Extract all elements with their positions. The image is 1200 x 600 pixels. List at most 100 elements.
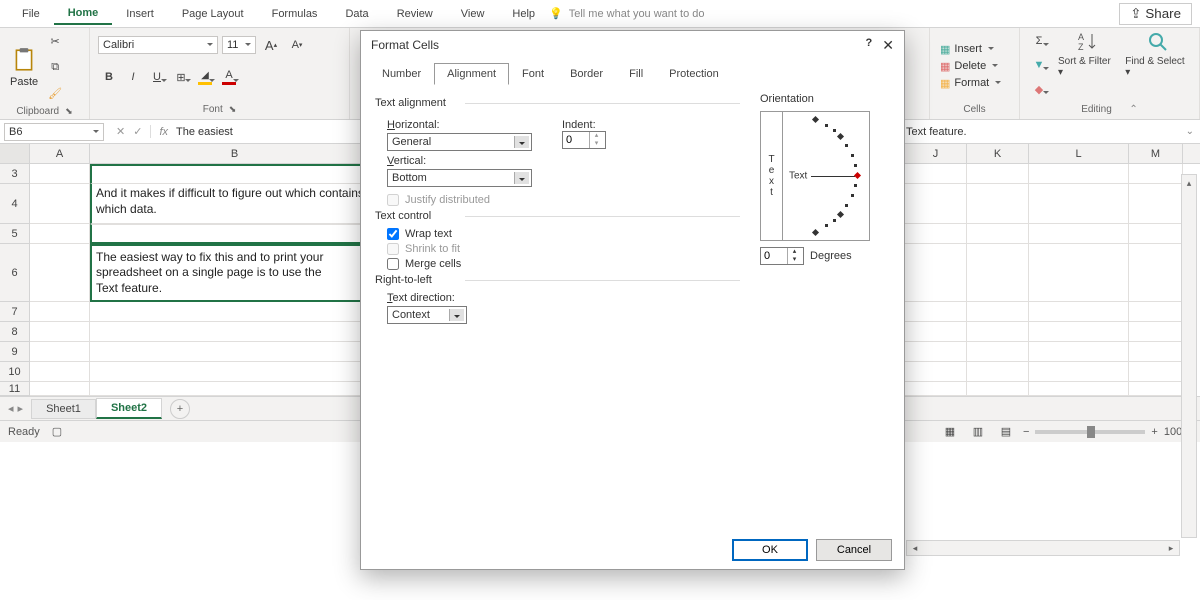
- close-icon[interactable]: ✕: [882, 37, 894, 54]
- help-icon[interactable]: ?: [866, 37, 873, 54]
- tab-data[interactable]: Data: [331, 4, 382, 24]
- dialog-tab-font[interactable]: Font: [509, 63, 557, 85]
- sheet-nav-next[interactable]: ▸: [18, 402, 24, 415]
- cell[interactable]: [1029, 322, 1129, 342]
- cell[interactable]: [967, 302, 1029, 322]
- cell[interactable]: [1029, 164, 1129, 184]
- italic-button[interactable]: I: [122, 66, 144, 88]
- ok-button[interactable]: OK: [732, 539, 808, 561]
- cell[interactable]: [967, 382, 1029, 396]
- tab-insert[interactable]: Insert: [112, 4, 168, 24]
- cell[interactable]: [30, 302, 90, 322]
- cell[interactable]: [90, 302, 380, 322]
- cell-b6-selected[interactable]: The easiest way to fix this and to print…: [90, 244, 380, 302]
- orientation-control[interactable]: Text Text: [760, 111, 870, 241]
- cell[interactable]: [1129, 302, 1183, 322]
- font-color-button[interactable]: A: [218, 66, 240, 88]
- direction-select[interactable]: Context: [387, 306, 467, 324]
- cell[interactable]: [905, 302, 967, 322]
- cell[interactable]: [905, 322, 967, 342]
- cell[interactable]: [1029, 184, 1129, 224]
- cell[interactable]: [905, 164, 967, 184]
- format-cells-button[interactable]: ▦Format: [938, 76, 1003, 91]
- row-header[interactable]: 7: [0, 302, 30, 322]
- view-normal-icon[interactable]: ▦: [939, 421, 961, 443]
- cell[interactable]: [905, 184, 967, 224]
- macro-record-icon[interactable]: ▢: [52, 425, 62, 438]
- row-header[interactable]: 6: [0, 244, 30, 302]
- cell-b4[interactable]: And it makes if difficult to figure out …: [90, 184, 380, 224]
- add-sheet-button[interactable]: +: [170, 399, 190, 419]
- row-header[interactable]: 9: [0, 342, 30, 362]
- copy-button[interactable]: ⧉: [44, 56, 66, 78]
- paste-button[interactable]: Paste: [8, 42, 40, 92]
- dialog-tab-alignment[interactable]: Alignment: [434, 63, 509, 85]
- cell[interactable]: [967, 184, 1029, 224]
- cell[interactable]: [90, 224, 380, 244]
- cell[interactable]: [1029, 302, 1129, 322]
- increase-font-button[interactable]: A▴: [260, 34, 282, 56]
- fill-button[interactable]: ▼: [1028, 54, 1050, 76]
- sheet-tab-1[interactable]: Sheet1: [31, 399, 96, 419]
- horizontal-select[interactable]: General: [387, 133, 532, 151]
- cell[interactable]: [90, 382, 380, 396]
- bold-button[interactable]: B: [98, 66, 120, 88]
- cell[interactable]: [967, 244, 1029, 302]
- ribbon-collapse[interactable]: ⌃: [1118, 104, 1138, 115]
- cell[interactable]: [905, 342, 967, 362]
- cell[interactable]: [30, 244, 90, 302]
- cell[interactable]: [1129, 244, 1183, 302]
- tab-formulas[interactable]: Formulas: [258, 4, 332, 24]
- cell[interactable]: [1129, 342, 1183, 362]
- enter-formula-icon[interactable]: ✓: [133, 125, 142, 138]
- cell[interactable]: [1129, 322, 1183, 342]
- merge-checkbox[interactable]: [387, 258, 399, 270]
- fill-color-button[interactable]: ◢: [194, 66, 216, 88]
- tell-me[interactable]: 💡Tell me what you want to do: [549, 7, 704, 20]
- cell[interactable]: [1029, 382, 1129, 396]
- cell[interactable]: [1029, 362, 1129, 382]
- cell[interactable]: [30, 164, 90, 184]
- zoom-out-button[interactable]: −: [1023, 426, 1029, 438]
- cell[interactable]: [1129, 362, 1183, 382]
- insert-cells-button[interactable]: ▦Insert: [938, 42, 1003, 57]
- cell[interactable]: [1129, 164, 1183, 184]
- col-header-a[interactable]: A: [30, 144, 90, 163]
- font-size-select[interactable]: 11: [222, 36, 256, 54]
- row-header[interactable]: 3: [0, 164, 30, 184]
- cell[interactable]: [30, 224, 90, 244]
- cell[interactable]: [967, 164, 1029, 184]
- cell[interactable]: [30, 322, 90, 342]
- dialog-tab-border[interactable]: Border: [557, 63, 616, 85]
- tab-page-layout[interactable]: Page Layout: [168, 4, 258, 24]
- find-select-button[interactable]: Find & Select ▾: [1125, 30, 1191, 78]
- cell[interactable]: [905, 224, 967, 244]
- autosum-button[interactable]: Σ: [1028, 30, 1050, 52]
- dialog-tab-number[interactable]: Number: [369, 63, 434, 85]
- name-box[interactable]: B6: [4, 123, 104, 141]
- borders-button[interactable]: ⊞: [170, 66, 192, 88]
- cancel-button[interactable]: Cancel: [816, 539, 892, 561]
- clear-button[interactable]: ◆: [1028, 78, 1050, 100]
- fx-icon[interactable]: fx: [159, 126, 168, 138]
- formula-expand[interactable]: ⌄: [1180, 126, 1200, 137]
- font-name-select[interactable]: Calibri: [98, 36, 218, 54]
- cell[interactable]: [1029, 224, 1129, 244]
- clipboard-dialog-launcher[interactable]: ⬊: [65, 106, 73, 117]
- row-header[interactable]: 10: [0, 362, 30, 382]
- indent-spinner[interactable]: ▴▾: [562, 131, 606, 149]
- col-header-k[interactable]: K: [967, 144, 1029, 163]
- vertical-select[interactable]: Bottom: [387, 169, 532, 187]
- cell[interactable]: [1129, 184, 1183, 224]
- row-header[interactable]: 8: [0, 322, 30, 342]
- cell[interactable]: [905, 362, 967, 382]
- cell[interactable]: [1029, 342, 1129, 362]
- cell[interactable]: [90, 164, 380, 184]
- cell[interactable]: [30, 382, 90, 396]
- sort-filter-button[interactable]: AZ Sort & Filter ▾: [1058, 30, 1117, 78]
- horizontal-scrollbar[interactable]: ◂▸: [906, 540, 1180, 556]
- vertical-scrollbar[interactable]: ▴: [1181, 174, 1197, 538]
- degrees-spinner[interactable]: ▴▾: [760, 247, 804, 265]
- underline-button[interactable]: U: [146, 66, 168, 88]
- cell[interactable]: [30, 362, 90, 382]
